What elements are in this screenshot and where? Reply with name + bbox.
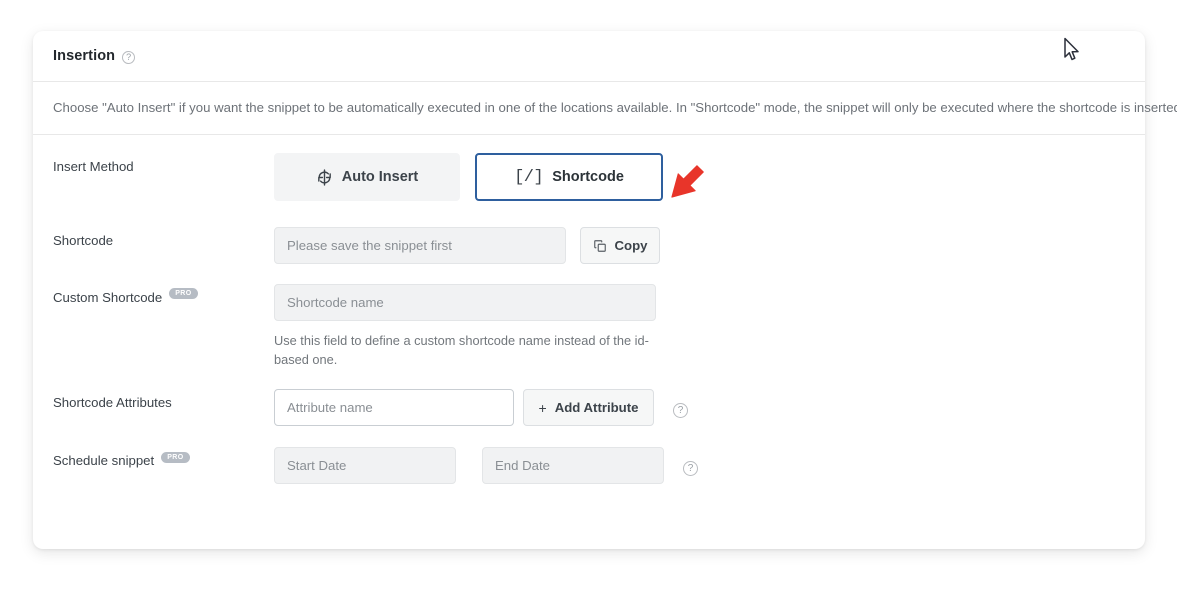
square-brackets-slash-icon: [/]: [514, 167, 544, 187]
row-insert-method: Insert Method Auto Insert [/] Shortcode: [53, 153, 1125, 201]
insertion-description: Choose "Auto Insert" if you want the sni…: [53, 99, 1177, 115]
add-attribute-label: Add Attribute: [554, 400, 639, 416]
row-shortcode-attributes: Shortcode Attributes Attribute name + Ad…: [53, 389, 1125, 427]
shortcode-value-input[interactable]: Please save the snippet first: [274, 227, 566, 264]
end-date-input[interactable]: End Date: [482, 447, 664, 485]
copy-shortcode-button[interactable]: Copy: [580, 227, 660, 264]
insert-method-label: Insert Method: [53, 159, 134, 174]
description-strip: Choose "Auto Insert" if you want the sni…: [33, 82, 1177, 135]
insert-method-label-wrap: Insert Method: [53, 153, 274, 175]
insertion-form: Insert Method Auto Insert [/] Shortcode …: [33, 135, 1145, 485]
question-circle-icon[interactable]: ?: [122, 50, 136, 64]
schedule-snippet-field-group: Start Date End Date ?: [274, 447, 1125, 485]
custom-shortcode-label-wrap: Custom Shortcode PRO: [53, 284, 274, 306]
insert-method-shortcode-label: Shortcode: [552, 169, 624, 185]
start-date-input[interactable]: Start Date: [274, 447, 456, 485]
custom-shortcode-input[interactable]: Shortcode name: [274, 284, 656, 321]
page-title: Insertion: [53, 48, 116, 64]
custom-shortcode-label: Custom Shortcode: [53, 290, 163, 305]
shortcode-attributes-field-group: Attribute name + Add Attribute ?: [274, 389, 1125, 427]
attribute-name-input[interactable]: Attribute name: [274, 389, 514, 427]
insert-method-auto-insert-button[interactable]: Auto Insert: [274, 153, 460, 201]
insertion-card: Insertion ? Choose "Auto Insert" if you …: [33, 31, 1177, 549]
custom-shortcode-field-group: Shortcode name Use this field to define …: [274, 284, 656, 369]
shortcode-attributes-label: Shortcode Attributes: [53, 395, 172, 411]
shortcode-attributes-help-wrap: ?: [666, 389, 688, 419]
insert-method-options: Auto Insert [/] Shortcode: [274, 153, 1125, 201]
question-circle-icon[interactable]: ?: [673, 403, 688, 419]
insert-method-shortcode-button[interactable]: [/] Shortcode: [475, 153, 663, 201]
schedule-snippet-label: Schedule snippet: [53, 453, 155, 469]
row-shortcode: Shortcode Please save the snippet first …: [53, 227, 1125, 264]
schedule-snippet-help-wrap: ?: [676, 447, 698, 477]
pro-badge: PRO: [161, 451, 190, 463]
shortcode-label-wrap: Shortcode: [53, 227, 274, 249]
copy-button-label: Copy: [614, 238, 648, 253]
card-header: Insertion ?: [33, 31, 1145, 82]
shortcode-attributes-label-wrap: Shortcode Attributes: [53, 389, 274, 411]
plus-icon: +: [538, 399, 547, 416]
row-schedule-snippet: Schedule snippet PRO Start Date End Date…: [53, 447, 1125, 485]
shortcode-field-group: Please save the snippet first Copy: [274, 227, 1125, 264]
insert-method-auto-insert-label: Auto Insert: [341, 169, 419, 185]
sync-arrows-icon: [316, 168, 333, 186]
screen-root: Insertion ? Choose "Auto Insert" if you …: [0, 0, 1177, 592]
schedule-snippet-label-wrap: Schedule snippet PRO: [53, 447, 274, 469]
row-custom-shortcode: Custom Shortcode PRO Shortcode name Use …: [53, 284, 1125, 369]
pro-badge: PRO: [169, 288, 198, 300]
question-circle-icon[interactable]: ?: [683, 461, 698, 477]
custom-shortcode-hint: Use this field to define a custom shortc…: [274, 333, 649, 368]
add-attribute-button[interactable]: + Add Attribute: [523, 389, 654, 427]
shortcode-label: Shortcode: [53, 233, 114, 248]
copy-icon: [593, 239, 607, 253]
